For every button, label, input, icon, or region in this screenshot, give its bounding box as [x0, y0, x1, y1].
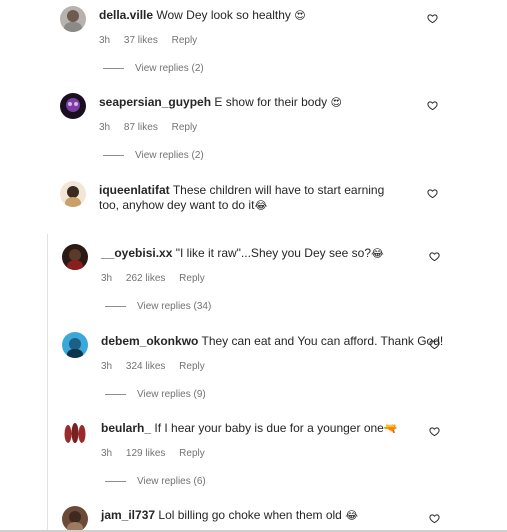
emoji: 😍 — [330, 97, 342, 109]
heart-icon[interactable] — [429, 251, 440, 262]
comment-meta: 3h 37 likes Reply — [99, 35, 208, 46]
view-replies-button[interactable]: View replies (6) — [105, 476, 206, 487]
view-replies-button[interactable]: View replies (9) — [105, 389, 206, 400]
comment-time[interactable]: 3h — [99, 122, 110, 133]
avatar[interactable] — [60, 93, 86, 119]
comment-text: If I hear your baby is due for a younger… — [154, 421, 384, 435]
view-replies-label: View replies (34) — [137, 301, 212, 312]
reply-button[interactable]: Reply — [179, 361, 205, 372]
avatar[interactable] — [60, 6, 86, 32]
comment-meta: 3h 87 likes Reply — [99, 122, 208, 133]
avatar[interactable] — [62, 419, 88, 445]
avatar[interactable] — [62, 332, 88, 358]
view-replies-label: View replies (9) — [137, 389, 206, 400]
avatar[interactable] — [62, 506, 88, 532]
view-replies-button[interactable]: View replies (34) — [105, 301, 211, 312]
view-replies-label: View replies (6) — [137, 476, 206, 487]
comment-username[interactable]: __oyebisi.xx — [101, 246, 172, 260]
emoji: 😂 — [254, 200, 268, 212]
view-replies-button[interactable]: View replies (2) — [103, 63, 204, 74]
emoji: 😍 — [294, 10, 306, 22]
comment-likes[interactable]: 37 likes — [124, 35, 158, 46]
comment-line: beularh_ If I hear your baby is due for … — [101, 421, 398, 437]
comment-line: jam_il737 Lol billing go choke when them… — [101, 508, 358, 524]
view-replies-button[interactable]: View replies (2) — [103, 150, 204, 161]
comment-username[interactable]: jam_il737 — [101, 508, 155, 522]
heart-icon[interactable] — [429, 513, 440, 524]
reply-button[interactable]: Reply — [179, 448, 205, 459]
replies-dash — [103, 68, 124, 69]
comment-text: "I like it raw"...Shey you Dey see so? — [175, 246, 372, 260]
heart-icon[interactable] — [427, 100, 438, 111]
emoji: 🔫 — [383, 423, 398, 435]
replies-dash — [105, 481, 126, 482]
replies-dash — [105, 394, 126, 395]
emoji: 😂 — [371, 248, 384, 260]
comment-username[interactable]: della.ville — [99, 8, 153, 22]
replies-dash — [103, 155, 124, 156]
comment-time[interactable]: 3h — [101, 361, 112, 372]
emoji: 😂 — [345, 510, 359, 522]
comment-likes[interactable]: 324 likes — [126, 361, 165, 372]
comment-time[interactable]: 3h — [99, 35, 110, 46]
avatar[interactable] — [62, 244, 88, 270]
reply-button[interactable]: Reply — [172, 122, 198, 133]
comment-text: E show for their body — [214, 95, 328, 109]
view-replies-label: View replies (2) — [135, 63, 204, 74]
comment-meta: 3h 262 likes Reply — [101, 273, 216, 284]
heart-icon[interactable] — [429, 426, 440, 437]
view-replies-label: View replies (2) — [135, 150, 204, 161]
reply-button[interactable]: Reply — [179, 273, 205, 284]
comment-username[interactable]: debem_okonkwo — [101, 334, 198, 348]
comment-likes[interactable]: 129 likes — [126, 448, 165, 459]
comment-text: Wow Dey look so healthy — [156, 8, 291, 22]
comment-time[interactable]: 3h — [101, 273, 112, 284]
heart-icon[interactable] — [427, 188, 438, 199]
comment-line: iqueenlatifat These children will have t… — [99, 183, 399, 214]
comment-text: They can eat and You can afford. Thank G… — [201, 334, 444, 348]
heart-icon[interactable] — [427, 13, 438, 24]
reply-button[interactable]: Reply — [172, 35, 198, 46]
comment-line: debem_okonkwo They can eat and You can a… — [101, 334, 443, 349]
comment-time[interactable]: 3h — [101, 448, 112, 459]
comment-likes[interactable]: 262 likes — [126, 273, 165, 284]
comment-username[interactable]: beularh_ — [101, 421, 151, 435]
comment-line: della.ville Wow Dey look so healthy 😍 — [99, 8, 306, 24]
thread-indent-line — [47, 234, 48, 532]
replies-dash — [105, 306, 126, 307]
comment-meta: 3h 324 likes Reply — [101, 361, 216, 372]
comment-line: seapersian_guypeh E show for their body … — [99, 95, 342, 111]
comment-likes[interactable]: 87 likes — [124, 122, 158, 133]
heart-icon[interactable] — [429, 339, 440, 350]
comment-username[interactable]: seapersian_guypeh — [99, 95, 211, 109]
comment-text: Lol billing go choke when them old — [158, 508, 342, 522]
comment-meta: 3h 129 likes Reply — [101, 448, 216, 459]
avatar[interactable] — [60, 181, 86, 207]
comment-line: __oyebisi.xx "I like it raw"...Shey you … — [101, 246, 384, 262]
comment-username[interactable]: iqueenlatifat — [99, 183, 170, 197]
